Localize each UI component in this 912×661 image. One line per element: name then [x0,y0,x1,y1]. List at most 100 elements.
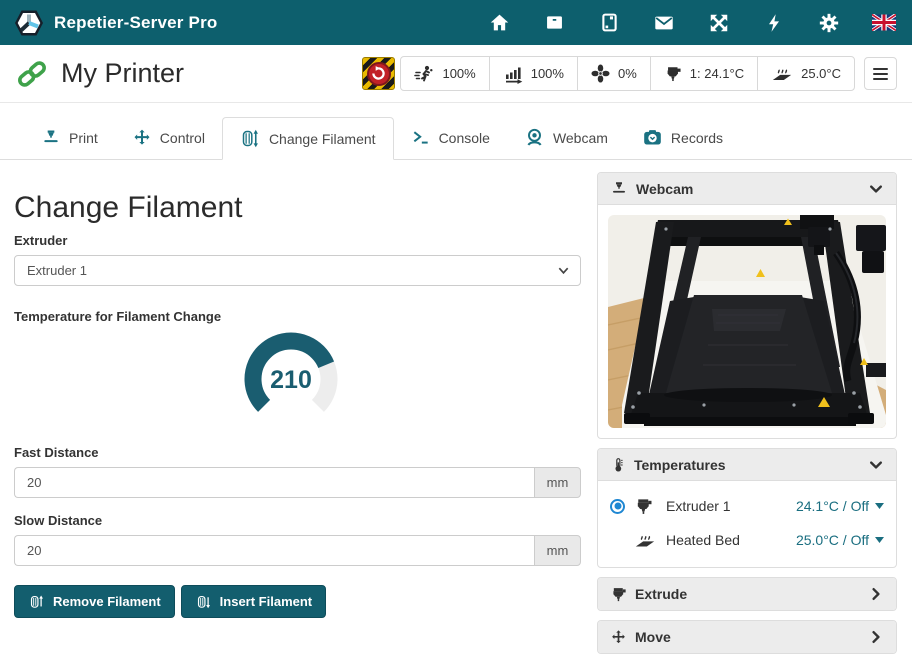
tab-control-label: Control [160,130,205,146]
navbar-icons [487,11,896,35]
connected-link-icon [16,58,48,90]
filament-up-icon [28,593,45,610]
tab-print-label: Print [69,130,98,146]
gauge-value-text: 210 [270,366,312,394]
extrude-panel-title: Extrude [635,586,687,602]
webcam-panel-title: Webcam [636,181,693,197]
extruder-radio[interactable] [610,499,625,514]
caret-down-icon [875,537,884,543]
repetier-logo-icon [14,8,44,38]
printer-title: My Printer [61,58,184,89]
tab-control[interactable]: Control [115,116,222,159]
chevron-down-icon [868,457,884,473]
records-icon [642,127,663,148]
insert-filament-button[interactable]: Insert Filament [181,585,326,618]
speed-status[interactable]: 100% [401,57,489,90]
home-icon[interactable] [487,11,511,35]
brand-title: Repetier-Server Pro [54,13,217,33]
move-arrows-icon [610,629,627,646]
flow-value: 100% [531,66,564,81]
control-move-icon [132,128,152,148]
temp-value: 24.1°C / Off [796,498,869,514]
printer-header: My Printer 100% [0,45,912,103]
extrude-panel-header[interactable]: Extrude [598,578,896,610]
sidebar: Webcam [597,172,897,661]
speed-value: 100% [442,66,475,81]
bed-temp-dropdown[interactable]: 25.0°C / Off [796,532,884,548]
tab-records-label: Records [671,130,723,146]
fast-distance-unit: mm [534,467,581,498]
status-group: 100% 100% [400,56,855,91]
tab-change-filament[interactable]: Change Filament [222,117,394,160]
remove-filament-label: Remove Filament [53,594,161,609]
page-title: Change Filament [14,191,581,225]
fullscreen-arrows-icon[interactable] [707,11,731,35]
temp-name: Extruder 1 [666,498,731,514]
temp-row-bed: Heated Bed 25.0°C / Off [610,523,884,557]
manual-book-icon[interactable] [597,11,621,35]
printer-menu-button[interactable] [864,57,897,90]
flow-status[interactable]: 100% [490,57,578,90]
tab-records[interactable]: Records [625,116,740,159]
slow-distance-label: Slow Distance [14,513,581,528]
content-area: Change Filament Extruder Extruder 1 Temp… [0,160,912,661]
caret-down-icon [875,503,884,509]
extruder-value: 1: 24.1°C [690,66,744,81]
power-bolt-icon[interactable] [762,11,786,35]
fast-distance-input[interactable] [14,467,534,498]
chevron-right-icon [868,629,884,645]
slow-distance-group: mm [14,535,581,566]
messages-envelope-icon[interactable] [652,11,676,35]
tab-change-filament-label: Change Filament [269,131,376,147]
extruder-select[interactable]: Extruder 1 [14,255,581,286]
temp-value: 25.0°C / Off [796,532,869,548]
webcam-panel-header[interactable]: Webcam [598,173,896,205]
extruder-nozzle-icon [664,65,682,83]
move-panel-header[interactable]: Move [598,621,896,653]
filament-down-icon [195,593,212,610]
extruder-status[interactable]: 1: 24.1°C [651,57,758,90]
fan-icon [591,64,610,83]
temperature-label: Temperature for Filament Change [14,309,581,324]
fast-distance-label: Fast Distance [14,445,581,460]
move-panel-title: Move [635,629,671,645]
top-navbar: Repetier-Server Pro [0,0,912,45]
printers-box-icon[interactable] [542,11,566,35]
insert-filament-label: Insert Filament [220,594,312,609]
brand[interactable]: Repetier-Server Pro [14,8,217,38]
webcam-icon [524,127,545,148]
flow-bars-icon [503,64,523,84]
extrude-panel: Extrude [597,577,897,611]
settings-gear-icon[interactable] [817,11,841,35]
language-flag-icon[interactable] [872,11,896,35]
thermometer-icon [610,456,626,474]
move-panel: Move [597,620,897,654]
tab-webcam[interactable]: Webcam [507,116,625,159]
bed-status[interactable]: 25.0°C [758,57,854,90]
tab-console-label: Console [439,130,490,146]
tab-webcam-label: Webcam [553,130,608,146]
extruder-nozzle-icon [634,497,653,516]
heated-bed-icon [771,64,793,84]
tab-console[interactable]: Console [394,116,507,159]
slow-distance-input[interactable] [14,535,534,566]
temp-row-extruder: Extruder 1 24.1°C / Off [610,489,884,523]
webcam-body [598,205,896,438]
filament-actions: Remove Filament Insert Filament [14,585,581,618]
temperature-gauge[interactable]: 210 [236,331,346,436]
temperatures-panel-header[interactable]: Temperatures [598,449,896,481]
bed-value: 25.0°C [801,66,841,81]
heated-bed-icon [634,531,656,550]
temperatures-body: Extruder 1 24.1°C / Off Heated Bed [598,481,896,567]
chevron-down-icon [868,181,884,197]
fan-status[interactable]: 0% [578,57,651,90]
remove-filament-button[interactable]: Remove Filament [14,585,175,618]
printer-tabbar: Print Control Change Filament Console [0,103,912,160]
printer-icon [610,180,628,198]
slow-distance-unit: mm [534,535,581,566]
emergency-stop-icon [367,62,391,86]
extruder-temp-dropdown[interactable]: 24.1°C / Off [796,498,884,514]
emergency-stop-button[interactable] [362,57,395,90]
tab-print[interactable]: Print [24,116,115,159]
webcam-stream[interactable] [608,215,886,428]
